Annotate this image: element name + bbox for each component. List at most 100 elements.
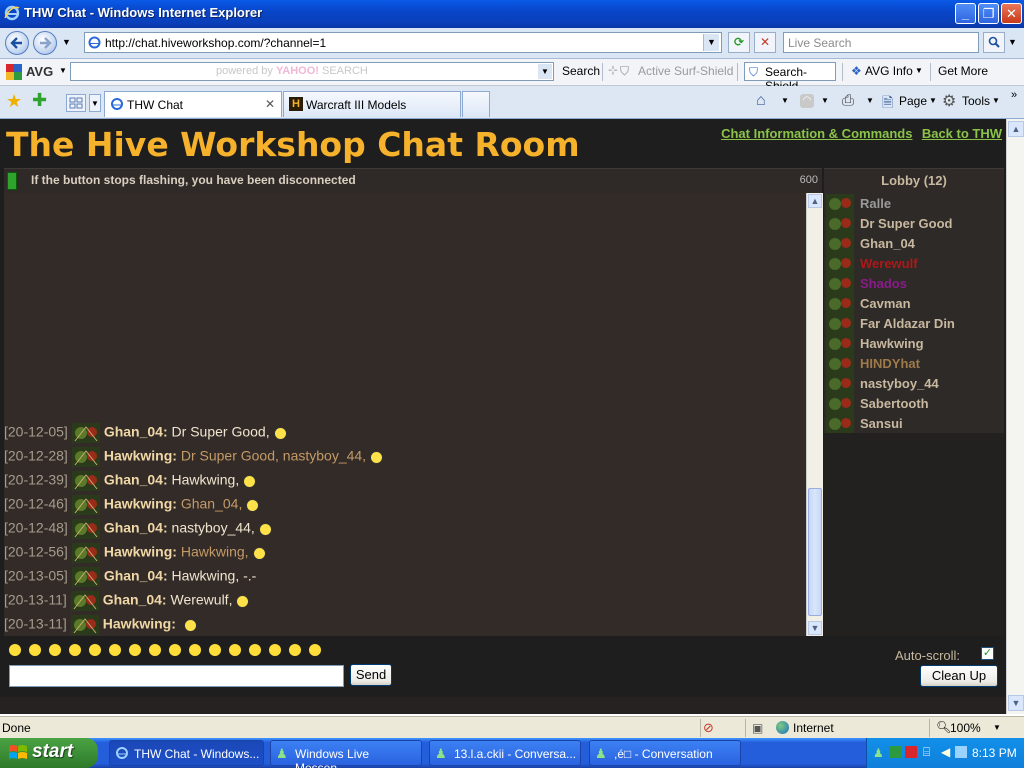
chat-scrollbar[interactable]: ▲ ▼ xyxy=(806,193,823,636)
message-username[interactable]: Hawkwing: xyxy=(104,448,177,464)
stop-icon[interactable]: ✕ xyxy=(754,32,776,53)
chat-info-link[interactable]: Chat Information & Commands xyxy=(721,126,912,141)
print-dropdown-icon[interactable]: ▼ xyxy=(866,96,874,105)
lobby-user[interactable]: Far Aldazar Din xyxy=(824,314,1004,334)
message-username[interactable]: Ghan_04: xyxy=(104,568,168,584)
scroll-down-icon[interactable]: ▼ xyxy=(808,621,822,635)
avg-info-button[interactable]: AVG Info xyxy=(865,64,913,78)
tray-misc-icon[interactable] xyxy=(955,746,967,758)
chevron-more-icon[interactable]: » xyxy=(1011,89,1017,101)
message-username[interactable]: Ghan_04: xyxy=(103,592,167,608)
address-dropdown-icon[interactable]: ▼ xyxy=(703,34,719,51)
emoticon-icon[interactable] xyxy=(148,643,162,657)
emoticon-icon[interactable] xyxy=(68,643,82,657)
popup-blocked-icon[interactable]: ⊘ xyxy=(703,720,714,736)
emoticon-icon[interactable] xyxy=(288,643,302,657)
maximize-button[interactable]: ❐ xyxy=(978,3,999,24)
tab-warcraft-models[interactable]: H Warcraft III Models xyxy=(283,91,461,117)
emoticon-icon[interactable] xyxy=(48,643,62,657)
lobby-user[interactable]: Werewulf xyxy=(824,254,1004,274)
message-username[interactable]: Hawkwing: xyxy=(103,616,176,632)
avg-menu-dropdown-icon[interactable]: ▼ xyxy=(59,66,67,75)
message-username[interactable]: Hawkwing: xyxy=(104,496,177,512)
taskbar-item-messenger[interactable]: ♟ Windows Live Messen... xyxy=(270,740,422,775)
forward-button[interactable] xyxy=(33,31,57,55)
live-search-input[interactable]: Live Search xyxy=(783,32,979,53)
zoom-level[interactable]: 100% xyxy=(950,721,981,735)
close-button[interactable]: ✕ xyxy=(1001,3,1022,24)
lobby-user[interactable]: Cavman xyxy=(824,294,1004,314)
minimize-button[interactable]: _ xyxy=(955,3,976,24)
avg-brand[interactable]: AVG xyxy=(26,64,53,79)
emoticon-icon[interactable] xyxy=(128,643,142,657)
taskbar-item-conversation-1[interactable]: ♟ 13.l.a.ckii - Conversa... xyxy=(429,740,581,766)
avg-tray-icon[interactable] xyxy=(889,746,901,758)
scroll-up-icon[interactable]: ▲ xyxy=(808,194,822,208)
search-shield-button[interactable]: ⛉ Search-Shield xyxy=(744,62,836,93)
emoticon-icon[interactable] xyxy=(228,643,242,657)
back-button[interactable] xyxy=(5,31,29,55)
message-username[interactable]: Ghan_04: xyxy=(104,424,168,440)
lobby-user[interactable]: Ralle xyxy=(824,194,1004,214)
favorites-star-icon[interactable]: ★ xyxy=(6,91,22,112)
clock[interactable]: 8:13 PM xyxy=(972,746,1017,760)
emoticon-icon[interactable] xyxy=(108,643,122,657)
lobby-user[interactable]: Ghan_04 xyxy=(824,234,1004,254)
quick-tabs-icon[interactable] xyxy=(66,94,86,112)
search-options-icon[interactable]: ▼ xyxy=(1008,37,1017,47)
clean-up-button[interactable]: Clean Up xyxy=(920,665,998,687)
tab-close-icon[interactable]: ✕ xyxy=(265,97,275,111)
message-username[interactable]: Hawkwing: xyxy=(104,544,177,560)
page-menu-button[interactable]: Page xyxy=(899,94,927,108)
get-more-button[interactable]: Get More xyxy=(938,64,988,78)
home-dropdown-icon[interactable]: ▼ xyxy=(781,96,789,105)
active-surf-shield[interactable]: Active Surf-Shield xyxy=(638,64,733,78)
messenger-tray-icon[interactable]: ♟ xyxy=(873,746,884,760)
taskbar-item-ie[interactable]: THW Chat - Windows... xyxy=(109,740,264,766)
yahoo-search-input[interactable]: powered by YAHOO! SEARCH ▼ xyxy=(70,62,554,81)
feeds-dropdown-icon[interactable]: ▼ xyxy=(821,96,829,105)
lobby-user[interactable]: Shados xyxy=(824,274,1004,294)
message-username[interactable]: Ghan_04: xyxy=(104,472,168,488)
emoticon-icon[interactable] xyxy=(188,643,202,657)
tray-app-icon[interactable] xyxy=(905,746,917,758)
emoticon-icon[interactable] xyxy=(28,643,42,657)
lobby-user[interactable]: Hawkwing xyxy=(824,334,1004,354)
back-to-thw-link[interactable]: Back to THW xyxy=(922,126,1002,141)
add-favorites-icon[interactable]: ✚ xyxy=(32,90,47,111)
message-input[interactable] xyxy=(9,665,344,687)
page-scroll-down-icon[interactable]: ▼ xyxy=(1008,695,1024,711)
lobby-user[interactable]: nastyboy_44 xyxy=(824,374,1004,394)
network-icon[interactable]: ⌸ xyxy=(923,745,930,760)
emoticon-icon[interactable] xyxy=(88,643,102,657)
send-button[interactable]: Send xyxy=(350,664,392,686)
avg-search-button[interactable]: Search xyxy=(562,64,600,78)
home-icon[interactable]: ⌂ xyxy=(756,92,766,110)
lobby-user[interactable]: Dr Super Good xyxy=(824,214,1004,234)
address-input[interactable]: http://chat.hiveworkshop.com/?channel=1 … xyxy=(84,32,722,53)
tools-menu-button[interactable]: Tools xyxy=(962,94,990,108)
scroll-thumb[interactable] xyxy=(808,488,822,616)
history-dropdown-icon[interactable]: ▼ xyxy=(62,37,71,47)
yahoo-dropdown-icon[interactable]: ▼ xyxy=(538,64,552,79)
auto-scroll-checkbox[interactable]: ✓ xyxy=(981,647,994,660)
refresh-icon[interactable]: ⟳ xyxy=(728,32,750,53)
message-username[interactable]: Ghan_04: xyxy=(104,520,168,536)
lobby-user[interactable]: Sabertooth xyxy=(824,394,1004,414)
taskbar-item-conversation-2[interactable]: ♟ ,é□ - Conversation xyxy=(589,740,741,766)
page-scroll-up-icon[interactable]: ▲ xyxy=(1008,121,1024,137)
search-icon[interactable] xyxy=(983,32,1005,53)
start-button[interactable]: start xyxy=(0,738,98,768)
emoticon-icon[interactable] xyxy=(308,643,322,657)
print-icon[interactable]: ⎙ xyxy=(842,92,854,109)
emoticon-icon[interactable] xyxy=(208,643,222,657)
tab-list-dropdown-icon[interactable]: ▼ xyxy=(89,94,101,112)
volume-icon[interactable]: ◀ xyxy=(941,745,950,759)
emoticon-icon[interactable] xyxy=(8,643,22,657)
zoom-dropdown-icon[interactable]: ▼ xyxy=(993,723,1001,732)
emoticon-icon[interactable] xyxy=(268,643,282,657)
emoticon-icon[interactable] xyxy=(248,643,262,657)
feeds-icon[interactable]: ◠ xyxy=(800,94,814,108)
page-scrollbar[interactable]: ▲ ▼ xyxy=(1006,119,1024,714)
new-tab-button[interactable] xyxy=(462,91,490,117)
